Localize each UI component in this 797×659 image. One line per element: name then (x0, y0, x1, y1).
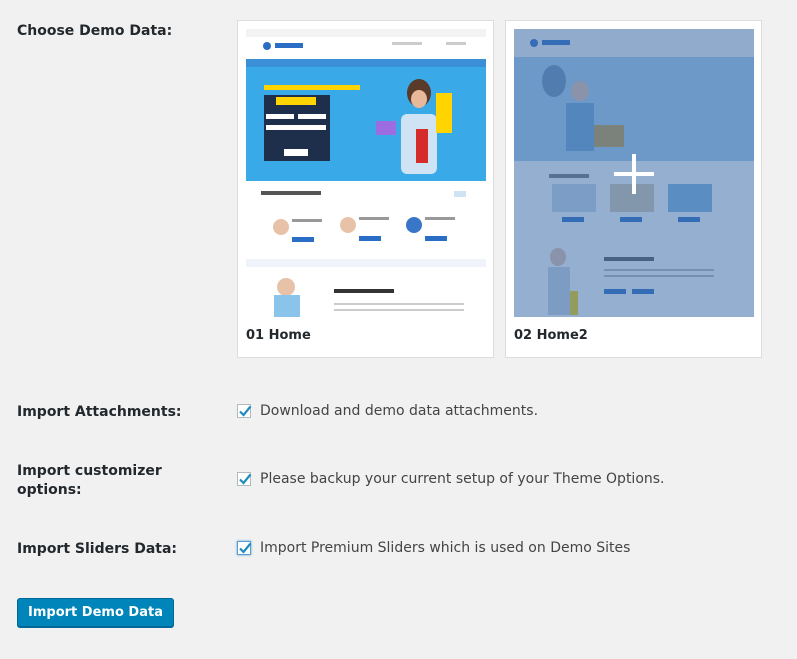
demo-thumbnail-home2 (514, 29, 754, 317)
demo-card-home[interactable]: 01 Home (237, 20, 494, 358)
import-customizer-label: Import customizer options: (17, 463, 162, 498)
import-customizer-text: Please backup your current setup of your… (260, 471, 665, 487)
import-customizer-checkbox[interactable] (237, 472, 252, 486)
checkmark-icon (239, 473, 252, 485)
import-sliders-row: Import Premium Sliders which is used on … (237, 540, 630, 556)
import-attachments-text: Download and demo data attachments. (260, 403, 539, 419)
checkmark-icon (239, 405, 252, 417)
demo-thumbnail-home (246, 29, 486, 317)
demo-caption-home: 01 Home (246, 328, 311, 343)
import-attachments-checkbox[interactable] (237, 404, 252, 418)
demo-caption-home2: 02 Home2 (514, 328, 588, 343)
import-attachments-row: Download and demo data attachments. (237, 403, 538, 419)
import-customizer-row: Please backup your current setup of your… (237, 471, 665, 487)
import-demo-data-button[interactable]: Import Demo Data (17, 598, 174, 627)
import-sliders-label: Import Sliders Data: (17, 541, 178, 557)
plus-icon (614, 154, 654, 194)
import-sliders-text: Import Premium Sliders which is used on … (260, 540, 631, 556)
choose-demo-label: Choose Demo Data: (17, 23, 173, 39)
import-attachments-label: Import Attachments: (17, 404, 182, 420)
demo-card-home2[interactable]: 02 Home2 (505, 20, 762, 358)
import-sliders-checkbox[interactable] (237, 541, 252, 555)
checkmark-icon (239, 542, 252, 554)
